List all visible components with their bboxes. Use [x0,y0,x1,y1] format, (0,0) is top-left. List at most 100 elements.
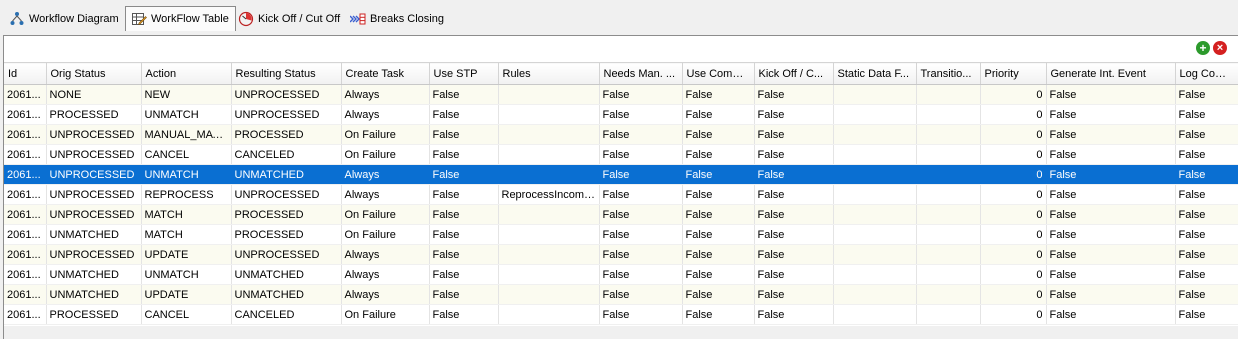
table-cell[interactable]: False [599,224,683,245]
table-cell[interactable]: False [754,304,834,325]
column-header[interactable]: Needs Man. ... [599,62,683,85]
table-cell[interactable]: False [754,224,834,245]
table-cell[interactable]: UNMATCH [141,164,232,185]
table-cell[interactable]: 0 [980,84,1047,105]
table-cell[interactable] [916,244,981,265]
table-cell[interactable] [833,304,917,325]
table-cell[interactable] [833,144,917,165]
column-header[interactable]: Generate Int. Event [1046,62,1176,85]
table-cell[interactable]: False [429,224,499,245]
table-cell[interactable]: UNPROCESSED [46,184,142,205]
tab-workflow-diagram[interactable]: Workflow Diagram [4,7,125,30]
table-cell[interactable]: 2061... [4,244,47,265]
column-header[interactable]: Priority [980,62,1047,85]
table-cell[interactable]: 2061... [4,124,47,145]
table-cell[interactable]: Always [341,104,430,125]
table-cell[interactable]: False [754,84,834,105]
table-cell[interactable]: UNPROCESSED [231,104,342,125]
table-cell[interactable] [498,144,600,165]
table-cell[interactable]: False [754,124,834,145]
table-cell[interactable]: REPROCESS [141,184,232,205]
table-cell[interactable] [498,264,600,285]
table-cell[interactable]: False [429,144,499,165]
table-cell[interactable]: False [599,304,683,325]
table-cell[interactable] [916,264,981,285]
table-cell[interactable]: False [754,164,834,185]
table-cell[interactable]: False [599,244,683,265]
table-cell[interactable]: False [1046,224,1176,245]
table-row[interactable]: 2061... UNPROCESSED REPROCESS UNPROCESSED Al… [4,184,1238,205]
table-cell[interactable]: False [1046,204,1176,225]
table-cell[interactable] [916,204,981,225]
table-cell[interactable]: False [754,204,834,225]
table-cell[interactable]: False [599,264,683,285]
table-cell[interactable]: 0 [980,204,1047,225]
column-header[interactable]: Orig Status [46,62,142,85]
table-cell[interactable] [498,104,600,125]
table-cell[interactable]: On Failure [341,124,430,145]
table-cell[interactable]: 2061... [4,304,47,325]
table-cell[interactable]: UNPROCESSED [46,204,142,225]
table-cell[interactable]: 2061... [4,204,47,225]
table-cell[interactable]: Always [341,244,430,265]
table-cell[interactable] [498,124,600,145]
table-cell[interactable]: 2061... [4,164,47,185]
table-cell[interactable] [916,104,981,125]
column-header[interactable]: Resulting Status [231,62,342,85]
table-cell[interactable]: False [429,244,499,265]
table-cell[interactable]: False [682,124,755,145]
table-cell[interactable]: False [599,204,683,225]
table-cell[interactable]: UNPROCESSED [231,84,342,105]
table-cell[interactable]: False [1175,84,1238,105]
table-row[interactable]: 2061... UNPROCESSED MATCH PROCESSED On Failu… [4,204,1238,225]
table-cell[interactable]: UNPROCESSED [231,184,342,205]
table-cell[interactable]: False [1175,304,1238,325]
table-cell[interactable] [498,224,600,245]
table-cell[interactable]: UNMATCHED [46,264,142,285]
table-cell[interactable]: False [754,244,834,265]
table-cell[interactable]: 2061... [4,284,47,305]
table-cell[interactable]: Always [341,284,430,305]
table-cell[interactable] [833,124,917,145]
table-cell[interactable]: PROCESSED [46,304,142,325]
table-cell[interactable] [916,144,981,165]
table-cell[interactable]: UNPROCESSED [46,244,142,265]
table-cell[interactable]: UNMATCHED [231,264,342,285]
table-cell[interactable]: False [1046,84,1176,105]
table-row[interactable]: 2061... UNPROCESSED UNMATCH UNMATCHED Always… [4,164,1238,185]
table-cell[interactable]: 2061... [4,144,47,165]
table-cell[interactable]: False [682,184,755,205]
table-cell[interactable]: Always [341,184,430,205]
table-cell[interactable]: False [682,104,755,125]
table-cell[interactable]: UNPROCESSED [46,124,142,145]
table-cell[interactable]: False [754,284,834,305]
table-cell[interactable]: UNMATCHED [231,284,342,305]
table-cell[interactable] [498,304,600,325]
table-cell[interactable] [833,264,917,285]
table-cell[interactable] [833,284,917,305]
table-cell[interactable]: False [682,84,755,105]
table-cell[interactable]: False [1175,144,1238,165]
table-cell[interactable]: Always [341,164,430,185]
table-cell[interactable]: 0 [980,244,1047,265]
column-header[interactable]: Static Data F... [833,62,917,85]
table-cell[interactable]: UNPROCESSED [46,144,142,165]
table-cell[interactable]: UNPROCESSED [46,164,142,185]
table-cell[interactable]: ReprocessIncoming [498,184,600,205]
table-cell[interactable] [833,104,917,125]
table-cell[interactable]: Always [341,84,430,105]
table-cell[interactable]: False [429,264,499,285]
table-cell[interactable]: UNPROCESSED [231,244,342,265]
table-cell[interactable]: False [429,84,499,105]
table-cell[interactable]: False [682,204,755,225]
table-cell[interactable]: False [599,144,683,165]
table-cell[interactable]: False [682,304,755,325]
table-cell[interactable]: False [1046,264,1176,285]
table-cell[interactable]: NEW [141,84,232,105]
column-header[interactable]: Create Task [341,62,430,85]
table-cell[interactable]: False [1046,184,1176,205]
table-cell[interactable]: 0 [980,224,1047,245]
table-cell[interactable]: False [754,264,834,285]
tab-breaks-closing[interactable]: Breaks Closing [345,7,450,30]
tab-kickoff-cutoff[interactable]: Kick Off / Cut Off [233,7,346,30]
